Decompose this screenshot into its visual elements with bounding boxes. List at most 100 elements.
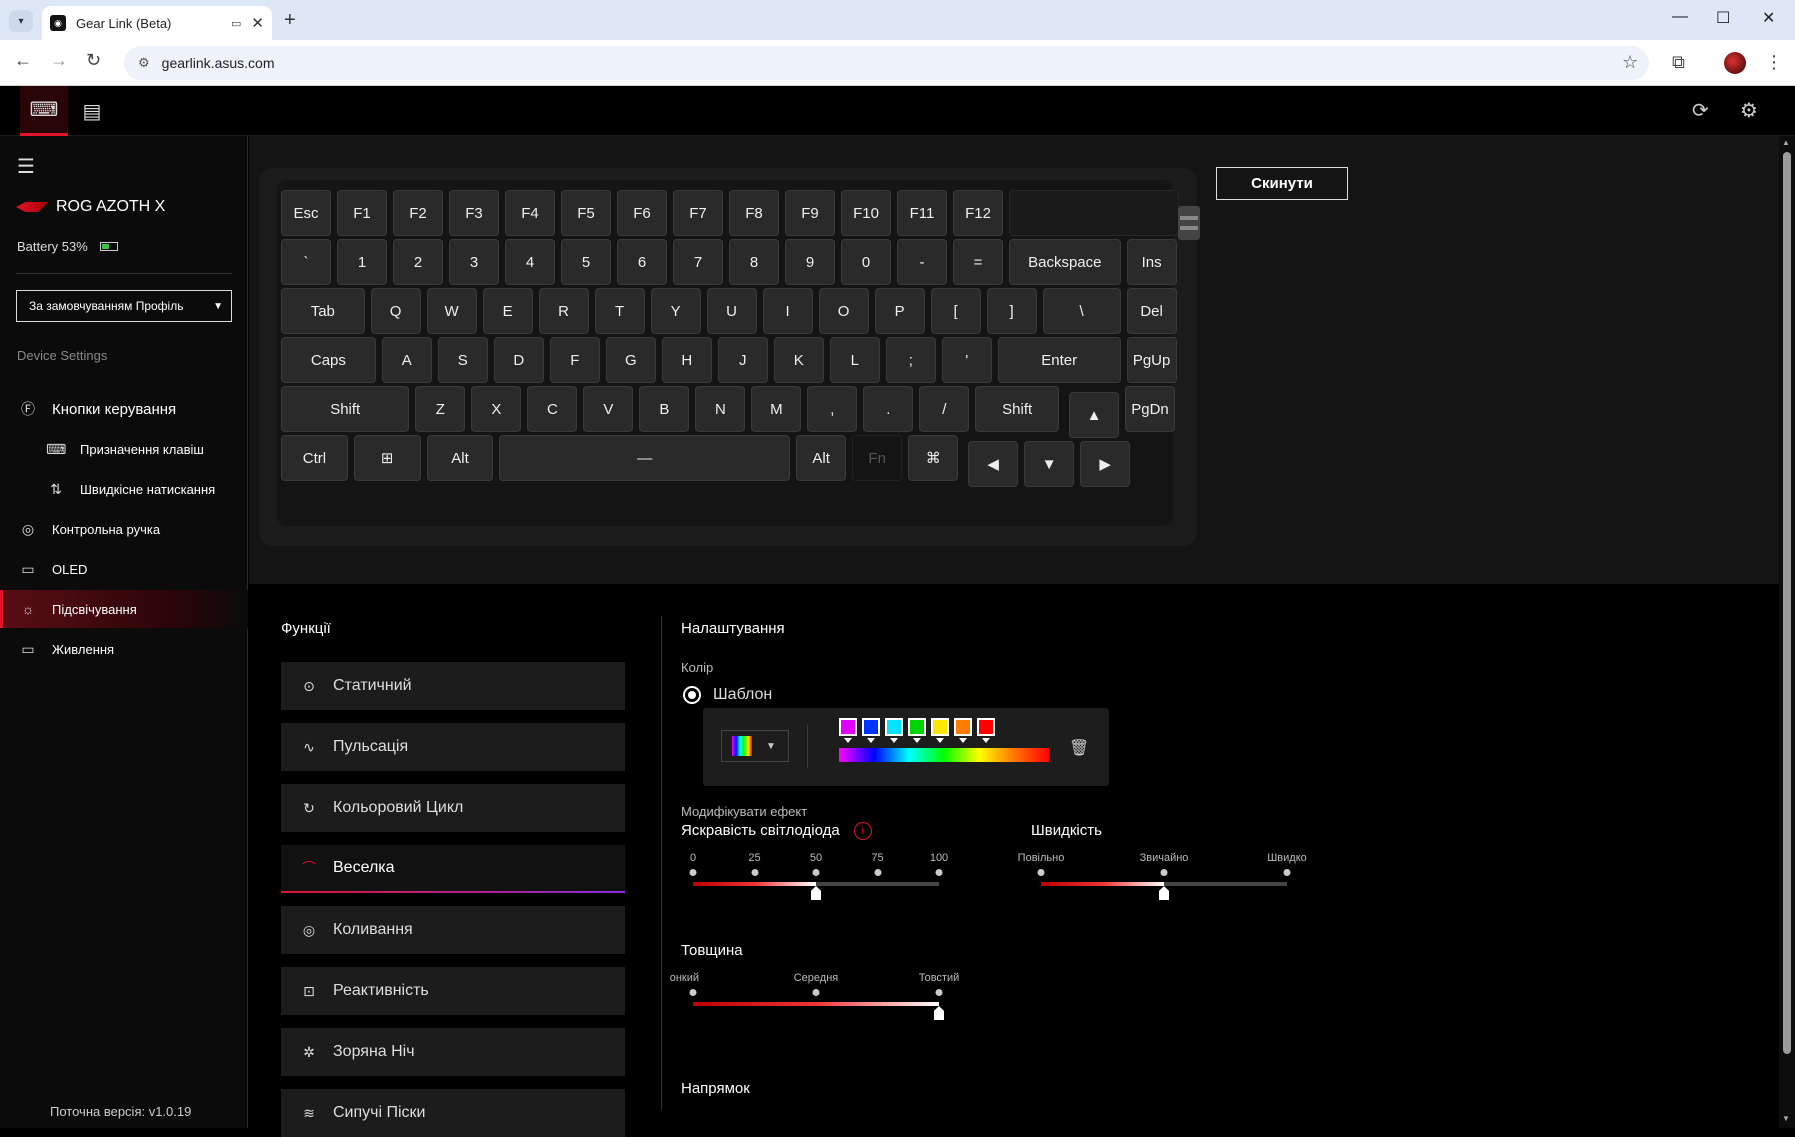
key-2-12[interactable]: ] — [986, 288, 1037, 334]
slider-tick-dot[interactable] — [689, 989, 697, 996]
key-3-1[interactable]: A — [381, 337, 432, 383]
key-0-9[interactable]: F9 — [785, 190, 835, 236]
color-swatch[interactable] — [862, 718, 880, 743]
color-swatch[interactable] — [977, 718, 995, 743]
key-4-5[interactable]: B — [639, 386, 690, 432]
key-4-3[interactable]: C — [527, 386, 578, 432]
sidebar-item-key-assignment[interactable]: ⌨ Призначення клавіш — [0, 430, 248, 468]
key-3-3[interactable]: D — [493, 337, 544, 383]
key-4-11[interactable]: Shift — [975, 386, 1059, 432]
key-0-2[interactable]: F2 — [393, 190, 443, 236]
key-0-11[interactable]: F11 — [897, 190, 947, 236]
key-4-9[interactable]: . — [863, 386, 914, 432]
key-3-8[interactable]: K — [773, 337, 824, 383]
slider-tick-dot[interactable] — [1283, 869, 1291, 876]
key-0-6[interactable]: F6 — [617, 190, 667, 236]
key-4-0[interactable]: Shift — [281, 386, 410, 432]
key-5-2[interactable]: Alt — [426, 435, 494, 481]
key-3-13[interactable]: PgUp — [1126, 337, 1177, 383]
key-2-11[interactable]: [ — [930, 288, 981, 334]
color-swatch[interactable] — [954, 718, 972, 743]
key-4-4[interactable]: V — [583, 386, 634, 432]
key-2-3[interactable]: E — [482, 288, 533, 334]
profile-avatar[interactable] — [1724, 52, 1746, 74]
key-1-9[interactable]: 9 — [785, 239, 835, 285]
sync-icon[interactable]: ⟳ — [1692, 98, 1709, 123]
key-4-2[interactable]: X — [471, 386, 522, 432]
key-5-0[interactable]: Ctrl — [281, 435, 348, 481]
control-knob[interactable] — [1178, 206, 1200, 240]
key-2-8[interactable]: I — [762, 288, 813, 334]
key-0-0[interactable]: Esc — [281, 190, 331, 236]
key-0-10[interactable]: F10 — [841, 190, 891, 236]
thickness-slider[interactable]: онкий Середня Товстий — [670, 972, 975, 1032]
key-2-7[interactable]: U — [706, 288, 757, 334]
forward-icon[interactable]: → — [50, 50, 68, 71]
site-info-icon[interactable]: ⚙ — [138, 55, 150, 71]
color-swatch[interactable] — [885, 718, 903, 743]
key-1-3[interactable]: 3 — [449, 239, 499, 285]
slider-tick-dot[interactable] — [1160, 869, 1168, 876]
scrollbar-thumb[interactable] — [1783, 152, 1791, 1054]
maximize-button[interactable]: ☐ — [1716, 8, 1730, 28]
key-3-7[interactable]: J — [717, 337, 768, 383]
sidebar-item-rapid-trigger[interactable]: ⇅ Швидкісне натискання — [0, 470, 248, 508]
slider-tick-dot[interactable] — [935, 989, 943, 996]
info-icon[interactable]: i — [853, 822, 872, 841]
key-0-5[interactable]: F5 — [561, 190, 611, 236]
slider-tick-dot[interactable] — [935, 869, 943, 876]
brightness-slider[interactable]: 0 25 50 75 100 — [689, 852, 975, 912]
slider-thumb[interactable] — [1159, 886, 1169, 900]
device-tab-icon[interactable]: ⌨ — [20, 86, 68, 136]
key-1-12[interactable]: = — [953, 239, 1003, 285]
new-tab-button[interactable]: + — [284, 9, 296, 32]
sidebar-item-oled[interactable]: ▭ OLED — [0, 550, 248, 588]
function-item-wave[interactable]: ◎ Коливання — [281, 906, 625, 954]
slider-tick-dot[interactable] — [1037, 869, 1045, 876]
key-5-9[interactable]: ▶ — [1080, 441, 1131, 487]
key-1-11[interactable]: - — [897, 239, 947, 285]
slider-tick-dot[interactable] — [812, 989, 820, 996]
key-4-7[interactable]: M — [751, 386, 802, 432]
key-1-1[interactable]: 1 — [337, 239, 387, 285]
color-swatch[interactable] — [908, 718, 926, 743]
key-4-10[interactable]: / — [919, 386, 970, 432]
template-radio[interactable] — [683, 686, 701, 704]
key-0-7[interactable]: F7 — [673, 190, 723, 236]
key-2-1[interactable]: Q — [370, 288, 421, 334]
key-0-1[interactable]: F1 — [337, 190, 387, 236]
slider-tick-dot[interactable] — [812, 869, 820, 876]
key-5-6[interactable]: ⌘ — [908, 435, 959, 481]
page-scrollbar[interactable]: ▲ ▼ — [1779, 136, 1795, 1128]
speed-slider[interactable]: Повільно Звичайно Швидко — [1018, 852, 1323, 912]
key-0-12[interactable]: F12 — [953, 190, 1003, 236]
key-5-3[interactable]: — — [499, 435, 791, 481]
key-0-4[interactable]: F4 — [505, 190, 555, 236]
slider-thumb[interactable] — [811, 886, 821, 900]
key-1-7[interactable]: 7 — [673, 239, 723, 285]
key-2-6[interactable]: Y — [650, 288, 701, 334]
browser-tab[interactable]: ◉ Gear Link (Beta) ▭ ✕ — [42, 6, 272, 40]
key-2-2[interactable]: W — [426, 288, 477, 334]
key-3-10[interactable]: ; — [885, 337, 936, 383]
function-item-color-cycle[interactable]: ↻ Кольоровий Цикл — [281, 784, 625, 832]
function-item-quicksand[interactable]: ≋ Сипучі Піски — [281, 1089, 625, 1137]
trash-icon[interactable]: 🗑 — [1069, 738, 1089, 758]
key-3-5[interactable]: G — [605, 337, 656, 383]
scroll-up-icon[interactable]: ▲ — [1782, 138, 1790, 147]
sidebar-item-lighting[interactable]: ☼ Підсвічування — [0, 590, 248, 628]
key-1-2[interactable]: 2 — [393, 239, 443, 285]
key-2-9[interactable]: O — [818, 288, 869, 334]
function-item-rainbow[interactable]: ⌒ Веселка — [281, 845, 625, 893]
key-2-4[interactable]: R — [538, 288, 589, 334]
extensions-icon[interactable]: ⧉ — [1672, 52, 1685, 73]
store-tab-icon[interactable]: ▤ — [68, 86, 116, 136]
key-4-6[interactable]: N — [695, 386, 746, 432]
slider-tick-dot[interactable] — [689, 869, 697, 876]
key-1-10[interactable]: 0 — [841, 239, 891, 285]
tab-close-icon[interactable]: ✕ — [251, 14, 264, 32]
key-3-12[interactable]: Enter — [997, 337, 1121, 383]
slider-thumb[interactable] — [934, 1006, 944, 1020]
function-item-pulse[interactable]: ∿ Пульсація — [281, 723, 625, 771]
color-gradient-bar[interactable] — [839, 748, 1049, 762]
